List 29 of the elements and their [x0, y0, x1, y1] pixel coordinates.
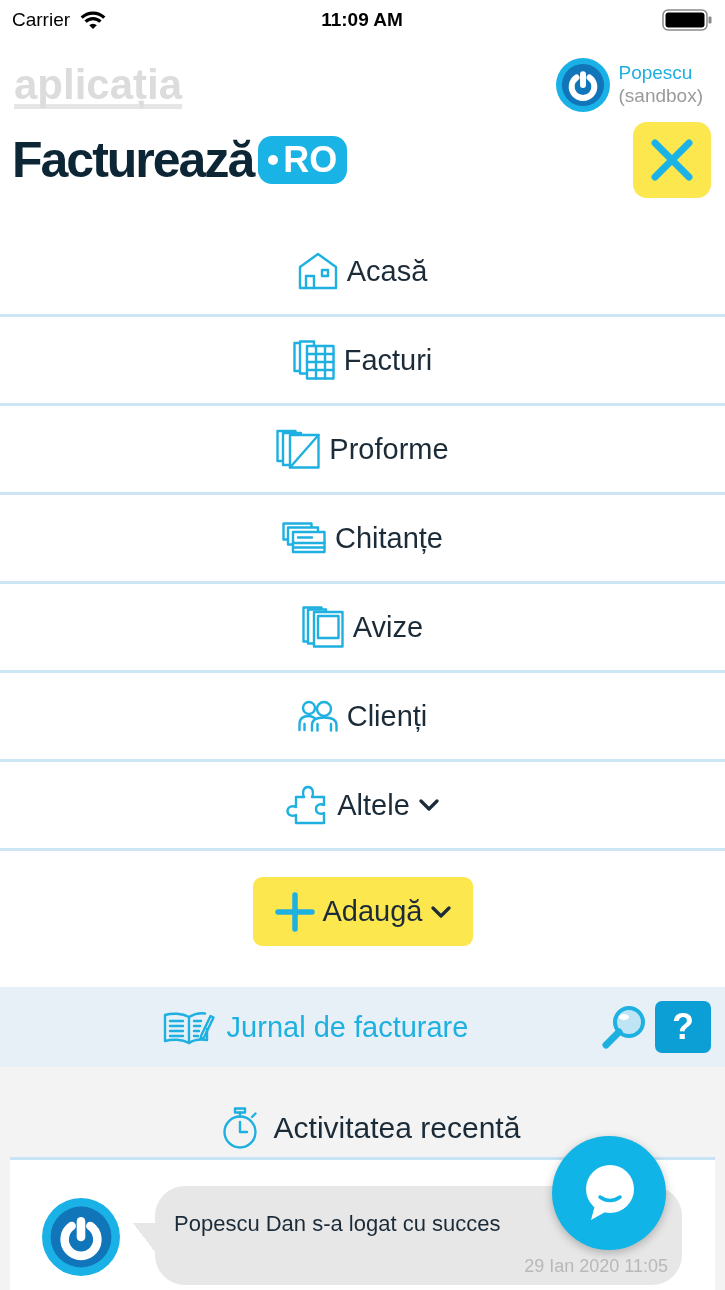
close-icon [650, 138, 694, 182]
slashed-documents-icon [276, 429, 321, 469]
user-name: Popescu [618, 62, 694, 85]
grid-documents-icon [292, 340, 335, 380]
dot-icon [268, 155, 279, 165]
search-icon[interactable] [601, 1004, 647, 1050]
open-book-icon [162, 1009, 215, 1045]
chevron-down-icon [430, 905, 451, 918]
stacked-documents-icon [301, 606, 344, 648]
environment-label: (sandbox) [618, 85, 703, 108]
message-text: Popescu Dan s-a logat cu succes [174, 1210, 502, 1238]
people-icon [297, 700, 338, 732]
house-icon [297, 252, 338, 290]
avatar-power-icon [555, 58, 610, 112]
battery-icon [662, 9, 712, 31]
stopwatch-icon [222, 1107, 259, 1149]
wifi-icon [80, 10, 107, 30]
clock-time: 11:09 AM [321, 9, 403, 31]
plus-icon [274, 891, 315, 932]
chevron-down-icon [418, 799, 439, 811]
domain-label: RO [283, 142, 338, 178]
brand-logo: Facturează [12, 132, 254, 188]
add-button[interactable]: Adaugă [252, 877, 473, 946]
avatar-power-icon [42, 1198, 120, 1276]
close-button[interactable] [633, 122, 711, 198]
stacked-cards-icon [282, 522, 326, 554]
section-title: Activitatea recentă [273, 1111, 521, 1145]
journal-title: Jurnal de facturare [226, 1010, 469, 1044]
carrier-label: Carrier [12, 9, 71, 31]
